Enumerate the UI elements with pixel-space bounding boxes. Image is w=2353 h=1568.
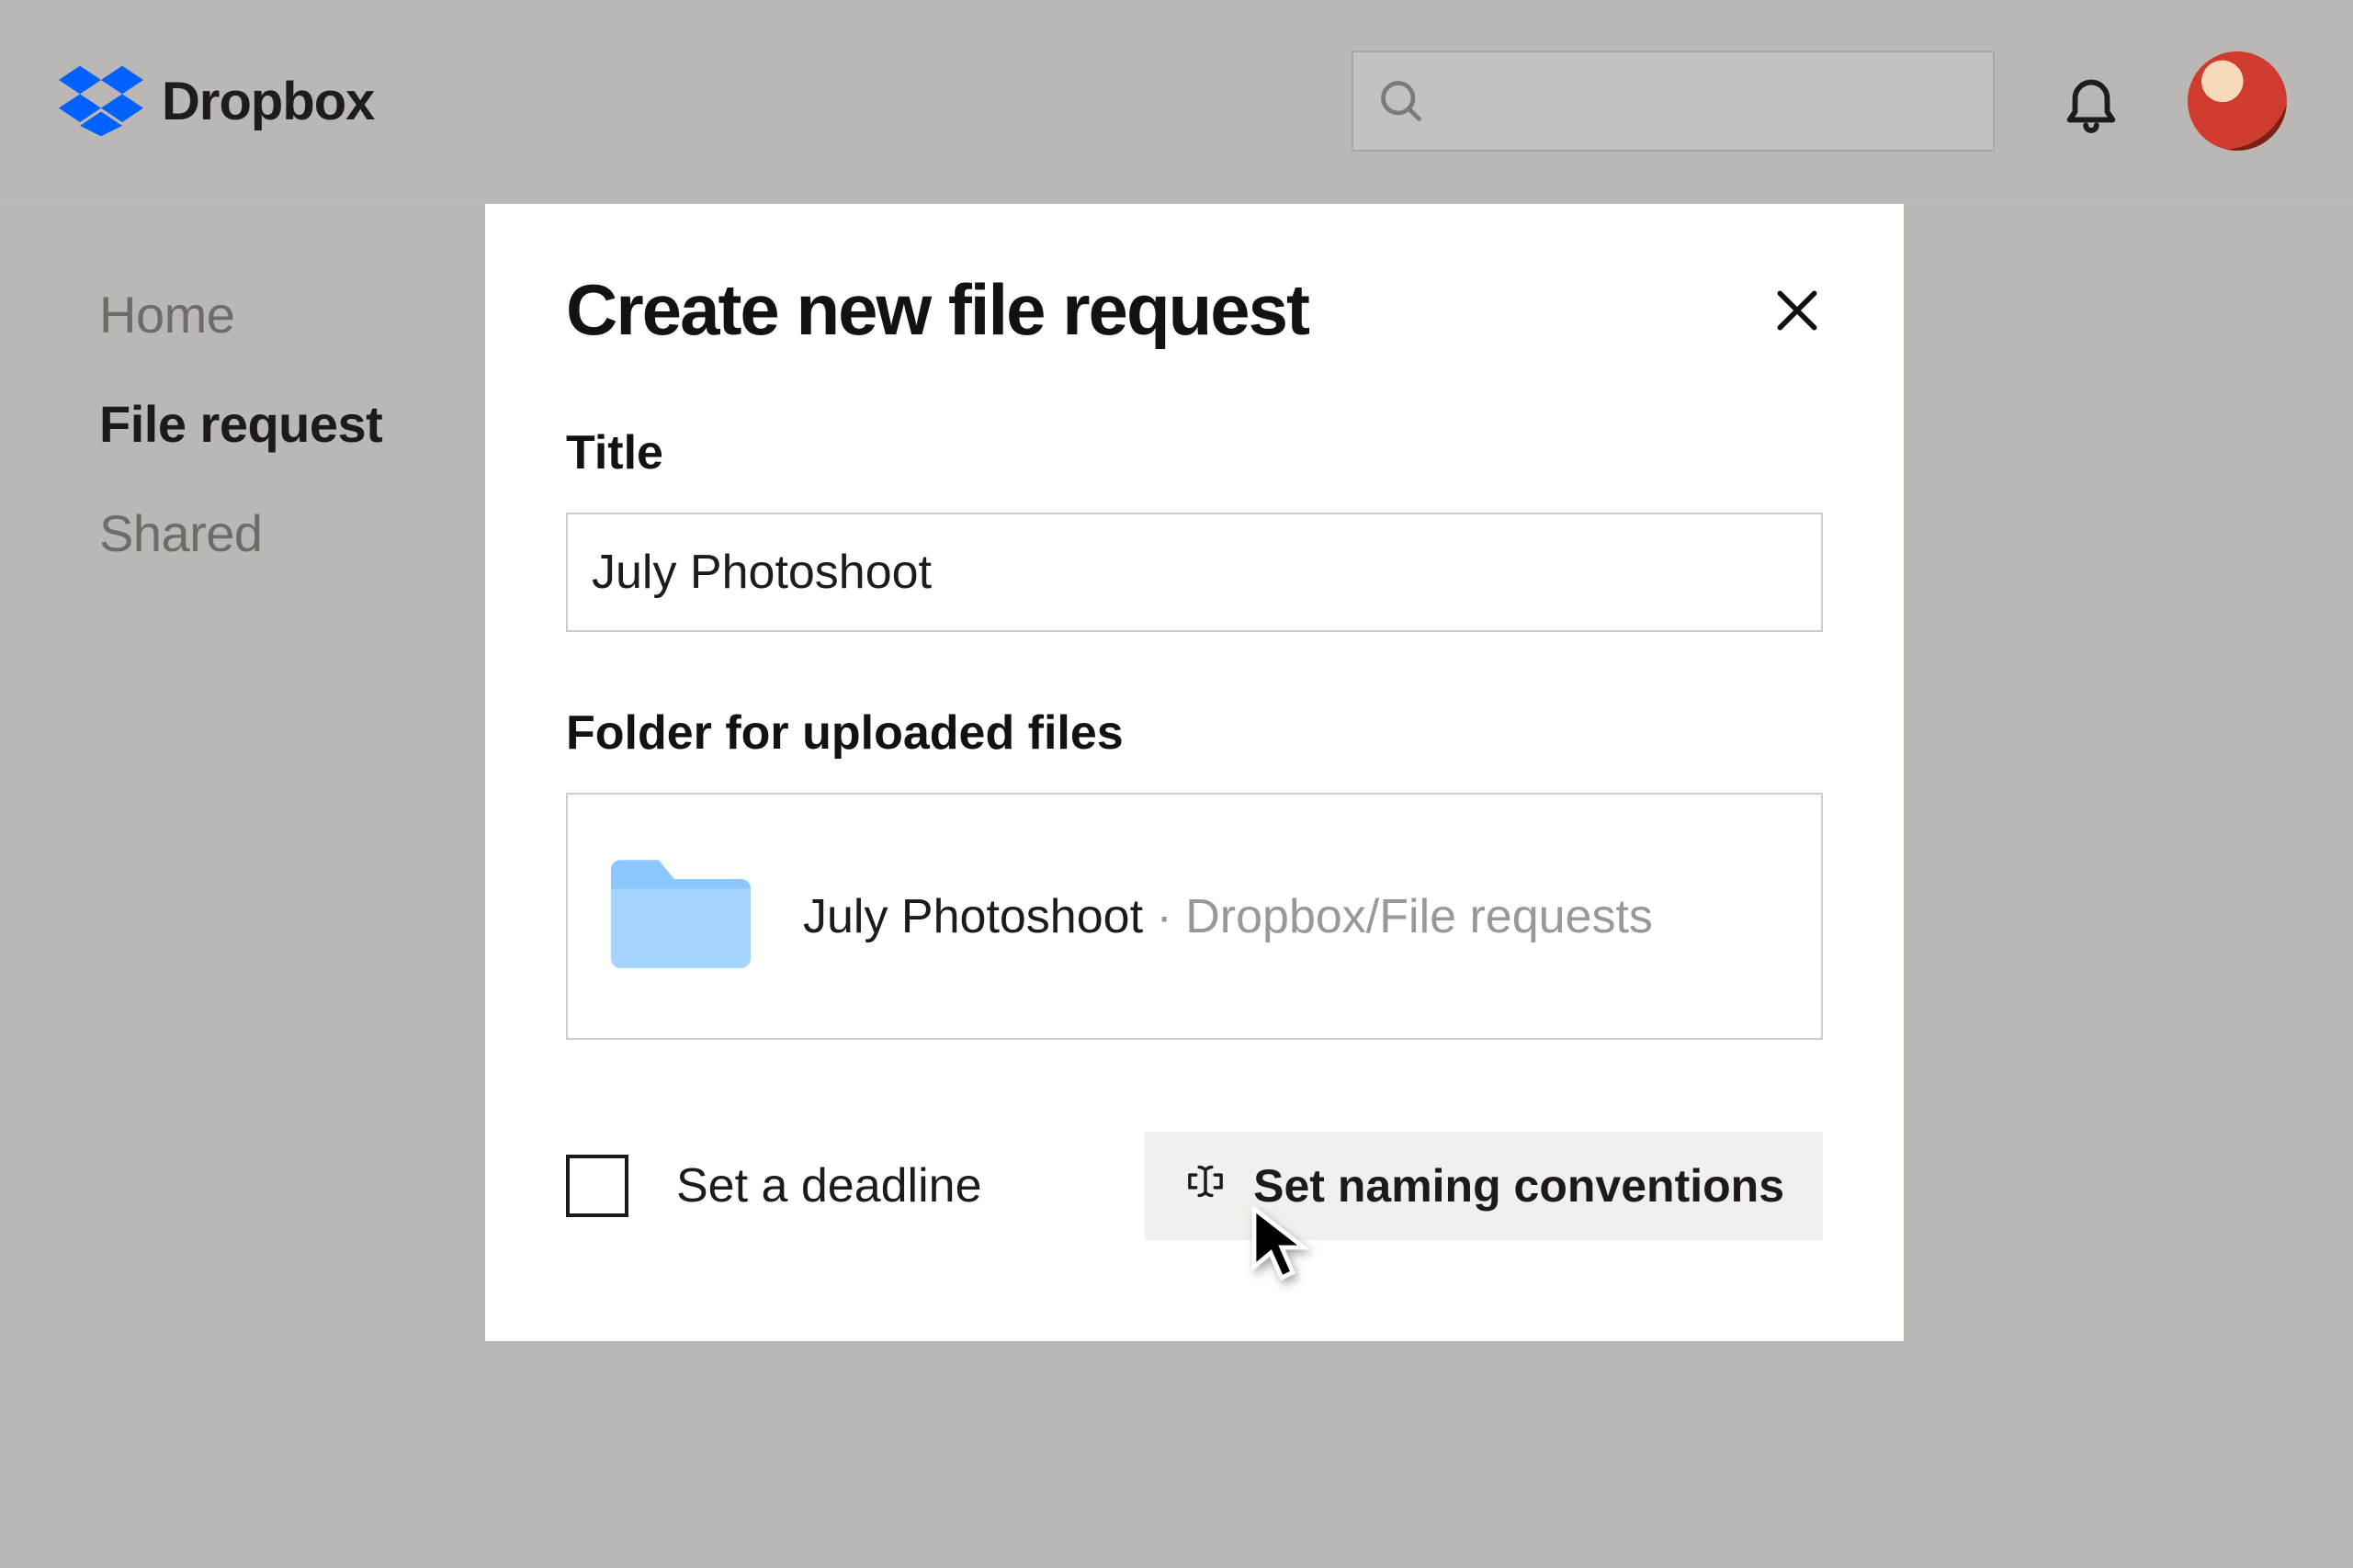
dropbox-icon	[59, 64, 143, 138]
app-header: Dropbox	[0, 0, 2353, 204]
deadline-label: Set a deadline	[676, 1158, 982, 1213]
brand-logo[interactable]: Dropbox	[59, 64, 374, 138]
brand-name: Dropbox	[162, 71, 374, 132]
folder-selector[interactable]: July Photoshoot · Dropbox/File requests	[566, 793, 1823, 1040]
create-file-request-modal: Create new file request Title Folder for…	[485, 204, 1904, 1341]
modal-title: Create new file request	[566, 268, 1308, 352]
notifications-icon[interactable]	[2059, 65, 2123, 137]
sidebar-nav: Home File request Shared	[99, 285, 382, 563]
search-input[interactable]	[1352, 51, 1995, 152]
folder-icon	[605, 850, 757, 983]
title-input[interactable]	[566, 513, 1823, 632]
search-icon	[1377, 77, 1425, 125]
text-cursor-icon	[1183, 1159, 1227, 1213]
folder-section-label: Folder for uploaded files	[566, 705, 1823, 761]
folder-path-text: July Photoshoot · Dropbox/File requests	[803, 889, 1653, 944]
naming-button-label: Set naming conventions	[1253, 1159, 1784, 1213]
close-icon[interactable]	[1771, 285, 1823, 336]
sidebar-item-file-request[interactable]: File request	[99, 394, 382, 454]
deadline-checkbox[interactable]	[566, 1155, 628, 1217]
avatar[interactable]	[2188, 51, 2287, 151]
folder-separator: ·	[1143, 890, 1185, 943]
deadline-checkbox-row[interactable]: Set a deadline	[566, 1155, 982, 1217]
sidebar-item-shared[interactable]: Shared	[99, 503, 382, 563]
set-naming-conventions-button[interactable]: Set naming conventions	[1145, 1132, 1823, 1240]
sidebar-item-home[interactable]: Home	[99, 285, 382, 344]
folder-path: Dropbox/File requests	[1185, 890, 1653, 943]
title-field-label: Title	[566, 425, 1823, 480]
folder-name: July Photoshoot	[803, 890, 1143, 943]
